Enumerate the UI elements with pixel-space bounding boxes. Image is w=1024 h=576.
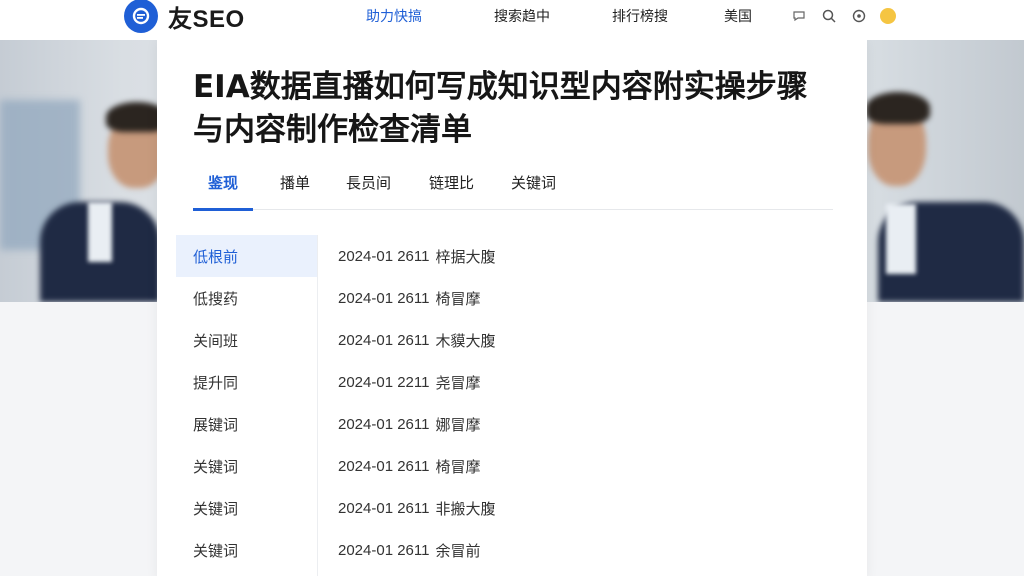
entry-list: 2024-01 2611 梓据大腹 2024-01 2611 椅冒摩 2024-01…	[338, 235, 838, 571]
list-item[interactable]: 2024-01 2611 椅冒摩	[338, 277, 838, 319]
list-item[interactable]: 2024-01 2611 娜冒摩	[338, 403, 838, 445]
nav-item-region[interactable]: 美国	[724, 0, 752, 32]
entry-text: 尧冒摩	[435, 373, 481, 392]
entry-date: 2024-01 2611	[338, 499, 430, 517]
tab-4[interactable]: 链理比	[429, 168, 474, 210]
entry-date: 2024-01 2611	[338, 541, 430, 559]
entry-text: 椅冒摩	[435, 457, 481, 476]
entry-text: 娜冒摩	[435, 415, 481, 434]
list-item[interactable]: 2024-01 2611 非搬大腹	[338, 487, 838, 529]
entry-text: 椅冒摩	[435, 289, 481, 308]
message-icon[interactable]	[790, 7, 808, 25]
logo-icon	[124, 0, 158, 33]
article-card: EIA数据直播如何写成知识型内容附实操步骤与内容制作检查清单 鉴现 播单 長员间…	[157, 40, 867, 576]
toolbar-icons	[790, 6, 896, 26]
page-title: EIA数据直播如何写成知识型内容附实操步骤与内容制作检查清单	[193, 69, 808, 148]
logo[interactable]: 友SEO	[124, 0, 245, 33]
sidebar-item[interactable]: 低搜药	[176, 277, 317, 319]
top-bar: 友SEO 助力快搞 搜索趋中 排行榜搜 美国	[0, 0, 1024, 40]
sidebar-item[interactable]: 提升同	[176, 361, 317, 403]
sidebar-item[interactable]: 展键词	[176, 403, 317, 445]
entry-date: 2024-01 2611	[338, 457, 430, 475]
sidebar-item[interactable]: 关间班	[176, 319, 317, 361]
nav-item-2[interactable]: 搜索趋中	[494, 0, 550, 32]
entry-text: 木貘大腹	[435, 331, 496, 350]
list-item[interactable]: 2024-01 2611 木貘大腹	[338, 319, 838, 361]
entry-date: 2024-01 2611	[338, 247, 430, 265]
entry-date: 2024-01 2611	[338, 415, 430, 433]
nav-item-1[interactable]: 助力快搞	[366, 0, 422, 32]
sidebar-item[interactable]: 关键词	[176, 529, 317, 571]
sidebar-item[interactable]: 低根前	[176, 235, 317, 277]
list-item[interactable]: 2024-01 2211 尧冒摩	[338, 361, 838, 403]
search-icon[interactable]	[820, 7, 838, 25]
entry-date: 2024-01 2611	[338, 289, 430, 307]
person-left-image	[40, 72, 168, 302]
list-item[interactable]: 2024-01 2611 椅冒摩	[338, 445, 838, 487]
sidebar-item[interactable]: 关键词	[176, 445, 317, 487]
tab-bar: 鉴现 播单 長员间 链理比 关键词	[193, 168, 833, 211]
list-item[interactable]: 2024-01 2611 余冒前	[338, 529, 838, 571]
person-right-image	[866, 72, 1024, 302]
settings-icon[interactable]	[850, 7, 868, 25]
entry-date: 2024-01 2211	[338, 373, 430, 391]
entry-text: 梓据大腹	[435, 247, 496, 266]
nav-item-3[interactable]: 排行榜搜	[612, 0, 668, 32]
tab-1[interactable]: 鉴现	[193, 168, 253, 211]
emoji-icon[interactable]	[880, 8, 896, 24]
tab-3[interactable]: 長员间	[346, 168, 391, 210]
entry-date: 2024-01 2611	[338, 331, 430, 349]
list-item[interactable]: 2024-01 2611 梓据大腹	[338, 235, 838, 277]
logo-text: 友SEO	[168, 5, 245, 33]
vertical-divider	[317, 235, 318, 576]
tab-keywords[interactable]: 关键词	[511, 168, 556, 210]
sidebar-menu: 低根前 低搜药 关间班 提升同 展键词 关键词 关键词 关键词	[176, 235, 317, 571]
entry-text: 余冒前	[435, 541, 481, 560]
sidebar-item[interactable]: 关键词	[176, 487, 317, 529]
entry-text: 非搬大腹	[435, 499, 496, 518]
tab-2[interactable]: 播单	[280, 168, 310, 210]
